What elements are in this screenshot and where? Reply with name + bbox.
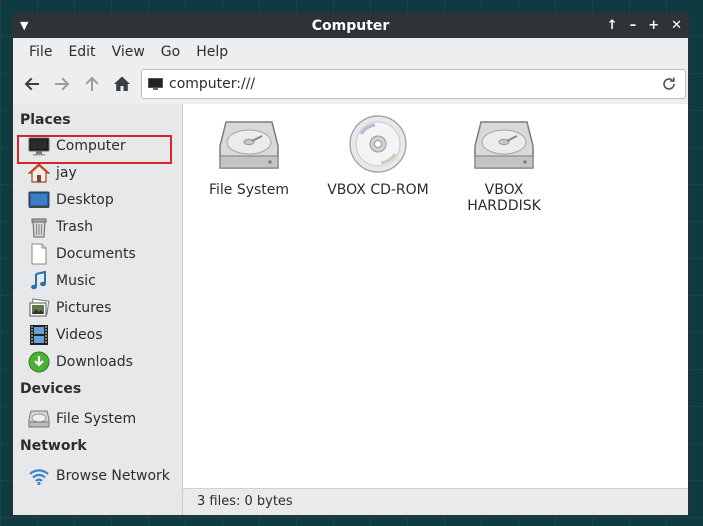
keep-above-icon[interactable]: ↑ [607, 14, 618, 38]
sidebar-item-trash[interactable]: Trash [13, 213, 182, 240]
file-label: VBOX CD-ROM [327, 182, 429, 198]
sidebar-item-label: File System [56, 410, 137, 427]
menu-help[interactable]: Help [188, 44, 236, 60]
file-item-vbox-cdrom[interactable]: VBOX CD-ROM [323, 114, 433, 198]
sidebar: Places Computer jay Desktop Trash Docume… [13, 104, 183, 515]
sidebar-item-label: Browse Network [56, 467, 170, 484]
videos-icon [28, 324, 50, 346]
home-button[interactable] [107, 69, 137, 99]
up-button[interactable] [77, 69, 107, 99]
reload-icon[interactable] [661, 76, 677, 92]
sidebar-item-file-system[interactable]: File System [13, 405, 182, 432]
sidebar-item-label: Trash [56, 218, 93, 235]
sidebar-item-downloads[interactable]: Downloads [13, 348, 182, 375]
trash-icon [28, 216, 50, 238]
file-manager-window: ▼ Computer ↑ – + ✕ File Edit View Go Hel… [12, 13, 689, 516]
home-icon [28, 162, 50, 184]
sidebar-item-videos[interactable]: Videos [13, 321, 182, 348]
harddisk-icon [219, 121, 279, 169]
window-title: Computer [311, 18, 390, 34]
places-header: Places [20, 112, 71, 128]
network-icon [28, 465, 50, 487]
up-arrow-icon [85, 76, 99, 91]
sidebar-item-label: Documents [56, 245, 136, 262]
close-icon[interactable]: ✕ [671, 14, 682, 38]
menu-view[interactable]: View [104, 44, 153, 60]
menu-edit[interactable]: Edit [60, 44, 103, 60]
harddisk-icon [28, 408, 50, 430]
network-header: Network [20, 438, 87, 454]
desktop-icon [28, 189, 50, 211]
location-text[interactable]: computer:/// [169, 76, 661, 92]
downloads-icon [28, 351, 50, 373]
file-label: File System [208, 182, 290, 198]
document-icon [28, 243, 50, 265]
back-button[interactable] [17, 69, 47, 99]
sidebar-item-label: jay [56, 164, 77, 181]
back-arrow-icon [24, 77, 39, 91]
location-bar[interactable]: computer:/// [141, 69, 686, 99]
file-view[interactable]: File System VBOX CD-ROM VBOX HARDDISK [183, 104, 688, 488]
devices-header: Devices [20, 381, 82, 397]
forward-arrow-icon [55, 77, 70, 91]
sidebar-item-label: Computer [56, 137, 126, 154]
computer-icon [148, 78, 163, 90]
menu-file[interactable]: File [21, 44, 60, 60]
sidebar-item-pictures[interactable]: Pictures [13, 294, 182, 321]
sidebar-item-desktop[interactable]: Desktop [13, 186, 182, 213]
computer-icon [28, 135, 50, 157]
status-text: 3 files: 0 bytes [197, 494, 293, 509]
home-icon [114, 76, 130, 91]
toolbar: computer:/// [13, 65, 688, 103]
sidebar-item-browse-network[interactable]: Browse Network [13, 462, 182, 489]
sidebar-item-computer[interactable]: Computer [13, 132, 182, 159]
file-item-file-system[interactable]: File System [194, 114, 304, 198]
file-label: VBOX HARDDISK [467, 182, 541, 214]
title-bar[interactable]: ▼ Computer ↑ – + ✕ [13, 14, 688, 38]
sidebar-item-documents[interactable]: Documents [13, 240, 182, 267]
music-icon [28, 270, 50, 292]
sidebar-item-label: Music [56, 272, 96, 289]
menu-bar: File Edit View Go Help [13, 38, 688, 65]
content-area: Places Computer jay Desktop Trash Docume… [13, 104, 688, 515]
harddisk-icon [474, 121, 534, 169]
sidebar-item-music[interactable]: Music [13, 267, 182, 294]
status-bar: 3 files: 0 bytes [183, 488, 688, 515]
sidebar-item-label: Videos [56, 326, 103, 343]
sidebar-item-home[interactable]: jay [13, 159, 182, 186]
file-item-vbox-harddisk[interactable]: VBOX HARDDISK [449, 114, 559, 214]
forward-button[interactable] [47, 69, 77, 99]
maximize-icon[interactable]: + [648, 14, 659, 38]
window-menu-icon[interactable]: ▼ [20, 14, 28, 38]
sidebar-item-label: Desktop [56, 191, 114, 208]
pictures-icon [28, 297, 50, 319]
sidebar-item-label: Pictures [56, 299, 112, 316]
sidebar-item-label: Downloads [56, 353, 133, 370]
minimize-icon[interactable]: – [630, 14, 637, 38]
menu-go[interactable]: Go [153, 44, 188, 60]
cdrom-icon [349, 115, 407, 173]
